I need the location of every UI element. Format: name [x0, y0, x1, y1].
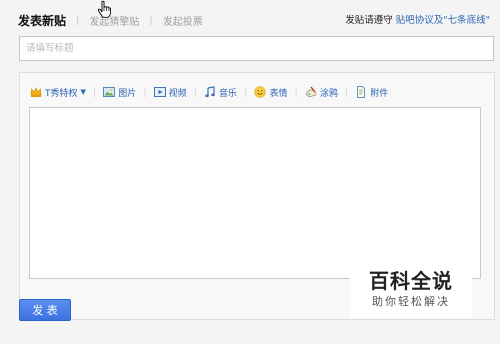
post-content-textarea[interactable] [29, 107, 481, 279]
toolbar-label: 视频 [168, 88, 187, 99]
watermark-logo: 百科全说 助你轻松解决 [350, 266, 472, 318]
watermark-title: 百科全说 [369, 269, 453, 293]
posting-rules-notice: 发贴请遵守 贴吧协议及"七条底线" [345, 12, 490, 26]
toolbar-label: 附件 [370, 88, 389, 99]
doodle-button[interactable]: 涂鸦 [305, 86, 338, 99]
watermark-subtitle: 助你轻松解决 [372, 295, 450, 308]
music-icon [204, 86, 216, 98]
toolbar-label: 涂鸦 [319, 88, 338, 99]
toolbar-separator: | [244, 86, 248, 98]
video-button[interactable]: 视频 [153, 86, 187, 99]
notice-text: 发贴请遵守 [345, 15, 393, 26]
toolbar-separator: | [344, 86, 349, 98]
emoji-button[interactable]: 表情 [254, 86, 287, 99]
tab-vote-post[interactable]: 发起投票 [163, 13, 203, 28]
tab-separator: | [149, 14, 153, 26]
toolbar-label: 表情 [269, 88, 288, 99]
toolbar-separator: | [294, 86, 298, 98]
toolbar-separator: | [92, 86, 97, 98]
picture-button[interactable]: 图片 [103, 86, 136, 99]
chevron-down-icon: ▼ [80, 88, 86, 96]
title-input[interactable] [19, 36, 494, 61]
music-button[interactable]: 音乐 [204, 86, 237, 99]
toolbar-label: 图片 [118, 88, 137, 99]
crown-icon [30, 86, 42, 98]
submit-post-button[interactable]: 发 表 [19, 299, 71, 321]
editor-toolbar: T秀特权 ▼ | 图片 | 视频 | 音乐 | 表情 | 涂鸦 | 附件 [30, 83, 388, 101]
tab-new-post[interactable]: 发表新贴 [18, 12, 66, 29]
rules-link[interactable]: 贴吧协议及"七条底线" [396, 15, 490, 26]
tshow-privilege-button[interactable]: T秀特权 ▼ [30, 86, 86, 99]
doodle-icon [305, 86, 317, 98]
attachment-button[interactable]: 附件 [355, 86, 388, 99]
toolbar-label: T秀特权 [45, 88, 78, 99]
toolbar-separator: | [193, 86, 198, 98]
toolbar-label: 音乐 [219, 88, 238, 99]
picture-icon [103, 86, 116, 98]
attachment-icon [355, 86, 367, 98]
hand-cursor-icon [97, 0, 112, 18]
smiley-icon [254, 86, 267, 98]
tab-separator: | [76, 14, 80, 26]
video-icon [153, 86, 166, 98]
toolbar-separator: | [143, 86, 147, 98]
